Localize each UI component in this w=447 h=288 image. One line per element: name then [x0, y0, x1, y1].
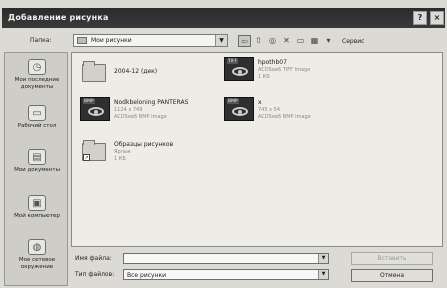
image-file-icon: BMP: [224, 95, 254, 121]
my-computer-icon: ▣: [28, 195, 46, 211]
up-folder-icon[interactable]: ⇧: [252, 35, 265, 47]
place-my-computer[interactable]: ▣ Мой компьютер: [5, 195, 69, 220]
place-my-documents[interactable]: ▤ Мои документы: [5, 149, 69, 174]
place-label: Мои документы: [14, 167, 60, 173]
image-file-icon: TIFF: [224, 55, 254, 81]
file-name: hpothb07: [258, 59, 287, 66]
place-desktop[interactable]: ▭ Рабочий стол: [5, 105, 69, 130]
title-bar: Добавление рисунка ? ×: [2, 8, 445, 28]
filetype-value: Все рисунки: [127, 272, 167, 279]
dialog-title: Добавление рисунка: [8, 13, 109, 22]
tools-menu[interactable]: Сервис: [342, 38, 364, 45]
file-list[interactable]: 2004-12 (дек) TIFF hpothb07 ACDSee6 TIFF…: [71, 52, 443, 247]
file-selection-panel: Имя файла: ▼ Вставить Тип файлов: Все ри…: [71, 249, 443, 287]
filetype-label: Тип файлов:: [75, 271, 115, 278]
filetype-dropdown[interactable]: Все рисунки ▼: [123, 269, 329, 280]
file-name: Nodkbeloning PANTERAS: [114, 99, 189, 106]
recent-docs-icon: ◷: [28, 59, 46, 75]
file-type: Ярлык: [114, 149, 131, 155]
file-type: ACDSee6 BMP Image: [114, 114, 167, 120]
place-recent-documents[interactable]: ◷ Мои последние документы: [5, 59, 69, 91]
list-item[interactable]: 2004-12 (дек): [80, 58, 220, 86]
navigation-toolbar: Папка: Мои рисунки ▼ ⇦ ⇧ ◎ ✕ ▭ ▦ ▾ Серви…: [0, 30, 447, 52]
insert-picture-dialog: Добавление рисунка ? × Папка: Мои рисунк…: [0, 0, 447, 288]
views-icon[interactable]: ▦: [308, 35, 321, 47]
folder-icon: [77, 37, 87, 44]
back-icon[interactable]: ⇦: [238, 35, 251, 47]
place-network[interactable]: ◍ Мое сетевое окружение: [5, 239, 69, 271]
chevron-down-icon: ▼: [318, 254, 328, 263]
place-label: Мой компьютер: [14, 213, 60, 219]
image-dimensions: 1124 x 749: [114, 107, 143, 113]
shortcut-folder-icon: ↗: [80, 137, 108, 163]
my-documents-icon: ▤: [28, 149, 46, 165]
list-item[interactable]: BMP Nodkbeloning PANTERAS 1124 x 749 ACD…: [80, 95, 220, 125]
chevron-down-icon[interactable]: ▼: [215, 35, 227, 46]
cancel-button[interactable]: Отмена: [351, 269, 433, 282]
insert-button[interactable]: Вставить: [351, 252, 433, 265]
file-size: 1 КБ: [114, 156, 126, 162]
chevron-down-icon: ▼: [318, 270, 328, 279]
network-icon: ◍: [28, 239, 46, 255]
filename-history-dropdown[interactable]: ▼: [318, 253, 329, 264]
search-web-icon[interactable]: ◎: [266, 35, 279, 47]
filename-label: Имя файла:: [75, 255, 112, 262]
place-label: Мое сетевое окружение: [18, 257, 56, 270]
image-file-icon: BMP: [80, 95, 110, 121]
file-name: x: [258, 99, 262, 106]
look-in-label: Папка:: [30, 37, 52, 44]
folder-icon: [80, 58, 108, 84]
new-folder-icon[interactable]: ▭: [294, 35, 307, 47]
filename-input[interactable]: [123, 253, 329, 264]
look-in-value: Мои рисунки: [91, 37, 132, 44]
places-bar: ◷ Мои последние документы ▭ Рабочий стол…: [4, 52, 68, 286]
list-item[interactable]: ↗ Образцы рисунков Ярлык 1 КБ: [80, 137, 220, 167]
delete-icon[interactable]: ✕: [280, 35, 293, 47]
file-size: 1 КБ: [258, 74, 270, 80]
desktop-icon: ▭: [28, 105, 46, 121]
look-in-dropdown[interactable]: Мои рисунки ▼: [73, 34, 228, 47]
place-label: Рабочий стол: [17, 123, 57, 129]
image-dimensions: 745 x 54: [258, 107, 281, 113]
file-name: Образцы рисунков: [114, 141, 174, 148]
file-type: ACDSee6 BMP Image: [258, 114, 311, 120]
help-button[interactable]: ?: [413, 11, 427, 25]
list-item[interactable]: TIFF hpothb07 ACDSee6 TIFF Image 1 КБ: [224, 55, 364, 85]
place-label: Мои последние документы: [14, 77, 60, 90]
list-item[interactable]: BMP x 745 x 54 ACDSee6 BMP Image: [224, 95, 364, 125]
file-type: ACDSee6 TIFF Image: [258, 67, 311, 73]
close-button[interactable]: ×: [430, 11, 444, 25]
file-name: 2004-12 (дек): [114, 68, 158, 75]
views-dropdown-icon[interactable]: ▾: [322, 35, 335, 47]
